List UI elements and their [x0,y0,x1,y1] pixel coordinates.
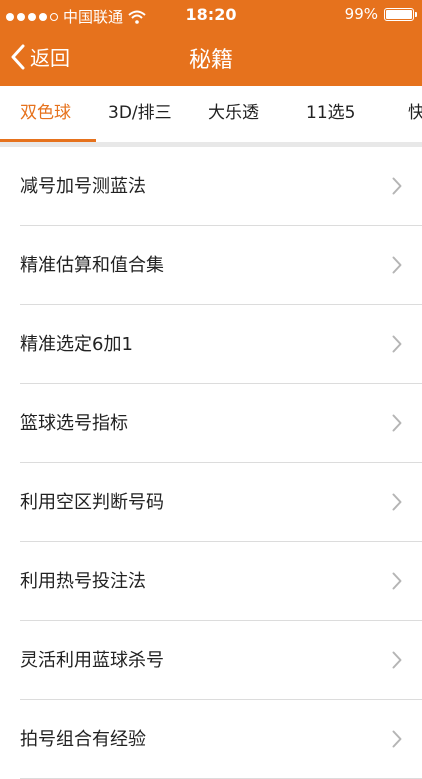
list-item[interactable]: 利用空区判断号码 [0,463,422,542]
list-item[interactable]: 利用热号投注法 [0,542,422,621]
list-item-label: 灵活利用蓝球杀号 [20,650,164,671]
list-item-label: 减号加号测蓝法 [20,176,146,197]
chevron-right-icon [392,256,402,274]
category-tabs: 双色球 3D/排三 大乐透 11选5 快 [0,86,422,142]
list-item-label: 精准估算和值合集 [20,255,164,276]
battery-fill [386,9,412,19]
list-item-label: 利用空区判断号码 [20,492,164,513]
tab-label: 大乐透 [208,103,259,123]
chevron-right-icon [392,177,402,195]
tab-11xuan5[interactable]: 11选5 [306,86,355,142]
tab-kuai[interactable]: 快 [408,86,422,142]
list-item[interactable]: 精准选定6加1 [0,305,422,384]
tab-label: 11选5 [306,103,356,123]
page-title: 秘籍 [188,48,233,73]
tab-daletou[interactable]: 大乐透 [208,86,259,142]
tips-list: 减号加号测蓝法 精准估算和值合集 精准选定6加1 篮球选号指标 利用空区判断号码… [0,147,422,779]
list-item[interactable]: 灵活利用蓝球杀号 [0,621,422,700]
chevron-right-icon [392,493,402,511]
list-item-label: 拍号组合有经验 [20,729,146,750]
status-bar: 中国联通 18:20 99% [0,0,422,30]
status-right: 99% [344,5,417,23]
chevron-right-icon [392,414,402,432]
navigation-bar: 返回 秘籍 [0,30,422,86]
list-item[interactable]: 精准估算和值合集 [0,226,422,305]
tab-3d-paisan[interactable]: 3D/排三 [108,86,172,142]
battery-icon [384,7,417,21]
chevron-right-icon [392,572,402,590]
list-item[interactable]: 减号加号测蓝法 [0,147,422,226]
list-item[interactable]: 篮球选号指标 [0,384,422,463]
list-item[interactable]: 拍号组合有经验 [0,700,422,779]
chevron-right-icon [392,651,402,669]
tab-label: 快 [408,103,422,123]
chevron-right-icon [392,335,402,353]
tab-shuangseqiu[interactable]: 双色球 [20,86,71,142]
tab-label: 双色球 [20,103,71,123]
list-item-label: 篮球选号指标 [20,413,128,434]
list-item-label: 利用热号投注法 [20,571,146,592]
chevron-right-icon [392,730,402,748]
list-item-label: 精准选定6加1 [20,334,133,355]
battery-percent: 99% [344,5,378,23]
tab-label: 3D/排三 [108,103,172,123]
